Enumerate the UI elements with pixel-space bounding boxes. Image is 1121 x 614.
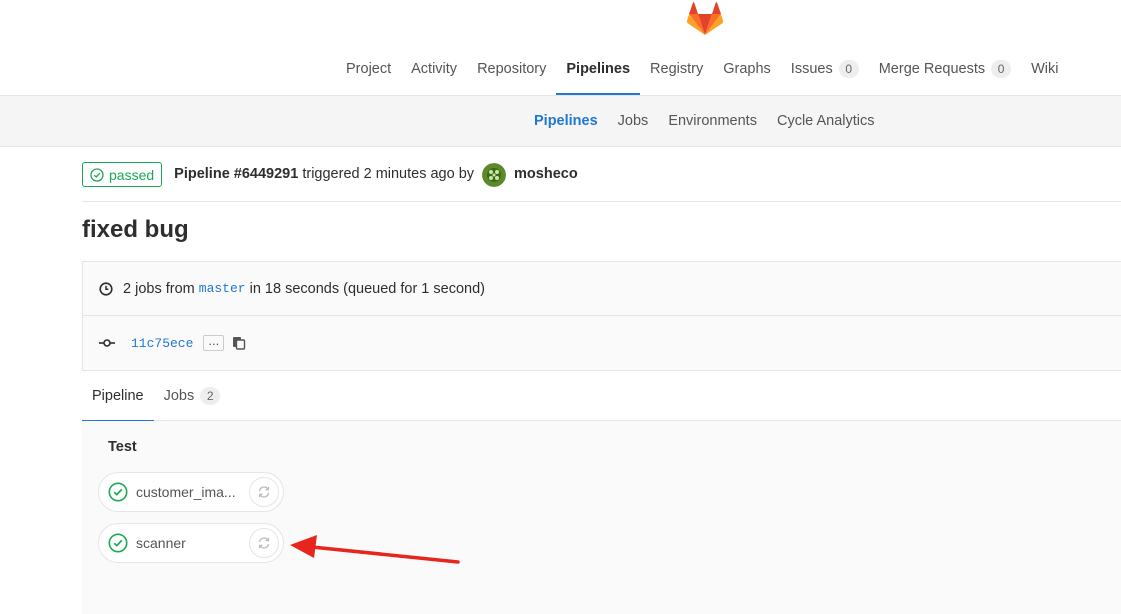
retry-icon xyxy=(258,537,270,549)
retry-button[interactable] xyxy=(249,528,279,558)
pipeline-header: passed Pipeline #6449291 triggered 2 min… xyxy=(82,162,1121,202)
tab-pipeline[interactable]: Pipeline xyxy=(82,371,154,422)
status-badge[interactable]: passed xyxy=(82,162,163,187)
nav-repository[interactable]: Repository xyxy=(467,50,556,95)
retry-button[interactable] xyxy=(249,477,279,507)
pipelines-subnav: Pipelines Jobs Environments Cycle Analyt… xyxy=(0,96,1121,147)
check-circle-icon xyxy=(108,482,128,502)
stage-title: Test xyxy=(108,439,137,455)
nav-project[interactable]: Project xyxy=(336,50,401,95)
jobs-count-badge: 2 xyxy=(200,387,221,405)
pipeline-graph: Test customer_ima... scanner xyxy=(82,421,1121,614)
triggered-text: triggered 2 minutes ago by xyxy=(302,166,475,182)
subnav-cycle-analytics[interactable]: Cycle Analytics xyxy=(767,96,885,147)
check-circle-icon xyxy=(108,533,128,553)
issues-count-badge: 0 xyxy=(838,60,859,78)
commit-sha-link[interactable]: 11c75ece xyxy=(131,336,193,351)
expand-commit-button[interactable]: ... xyxy=(203,334,225,351)
clipboard-icon[interactable] xyxy=(232,336,246,350)
pipeline-tabs: Pipeline Jobs 2 xyxy=(82,371,1121,422)
commit-row: 11c75ece ... xyxy=(83,316,1121,370)
commit-icon xyxy=(99,339,115,347)
nav-merge-requests[interactable]: Merge Requests 0 xyxy=(869,50,1021,95)
status-label: passed xyxy=(109,166,155,183)
commit-title: fixed bug xyxy=(82,216,189,243)
merge-requests-count-badge: 0 xyxy=(991,60,1012,78)
branch-link[interactable]: master xyxy=(199,281,246,296)
jobs-summary-after: in 18 seconds (queued for 1 second) xyxy=(249,280,485,297)
jobs-summary-before: 2 jobs from xyxy=(123,280,195,297)
annotation-arrow xyxy=(290,535,460,564)
nav-registry[interactable]: Registry xyxy=(640,50,713,95)
nav-issues[interactable]: Issues 0 xyxy=(781,50,869,95)
subnav-pipelines[interactable]: Pipelines xyxy=(524,96,608,147)
nav-graphs[interactable]: Graphs xyxy=(713,50,781,95)
pipeline-info-box: 2 jobs from master in 18 seconds (queued… xyxy=(82,261,1121,371)
avatar[interactable] xyxy=(482,162,507,187)
job-customer-image[interactable]: customer_ima... xyxy=(98,472,284,512)
retry-icon xyxy=(258,486,270,498)
tab-jobs[interactable]: Jobs 2 xyxy=(154,371,231,421)
job-name: customer_ima... xyxy=(136,484,236,500)
subnav-jobs[interactable]: Jobs xyxy=(608,96,659,147)
clock-icon xyxy=(99,281,113,296)
project-nav: Project Activity Repository Pipelines Re… xyxy=(0,0,1121,96)
job-name: scanner xyxy=(136,535,186,551)
user-link[interactable]: mosheco xyxy=(514,162,578,187)
nav-activity[interactable]: Activity xyxy=(401,50,467,95)
job-scanner[interactable]: scanner xyxy=(98,523,284,563)
jobs-summary-row: 2 jobs from master in 18 seconds (queued… xyxy=(83,262,1121,316)
pipeline-id: Pipeline #6449291 xyxy=(174,166,299,182)
nav-wiki[interactable]: Wiki xyxy=(1021,50,1068,95)
subnav-environments[interactable]: Environments xyxy=(658,96,767,147)
nav-pipelines[interactable]: Pipelines xyxy=(556,50,640,95)
check-circle-icon xyxy=(90,167,104,182)
